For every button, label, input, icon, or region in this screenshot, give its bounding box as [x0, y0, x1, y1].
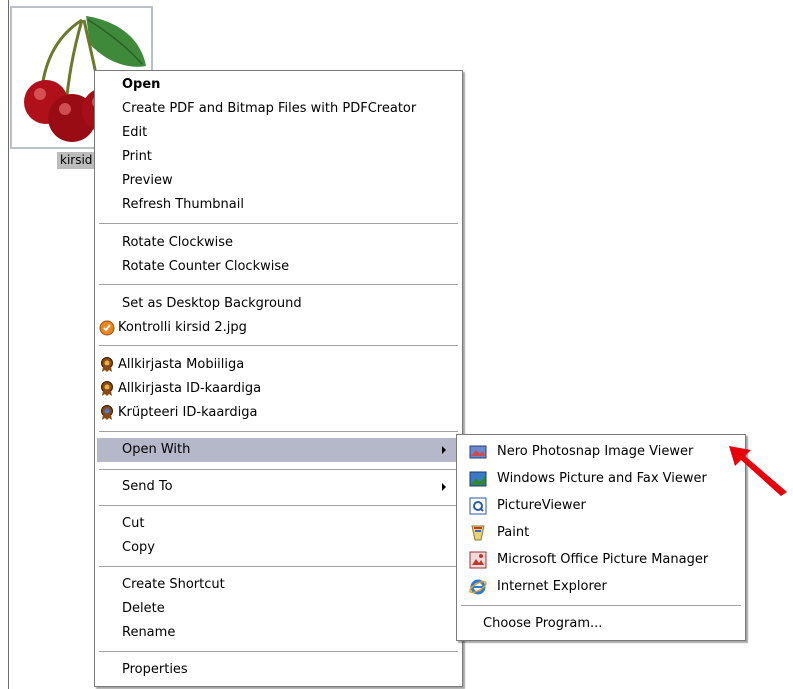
menu-item-allkirjasta-id-kaardiga[interactable]: Allkirjasta ID-kaardiga: [97, 377, 460, 401]
menu-item-label: Windows Picture and Fax Viewer: [497, 471, 707, 486]
menu-separator: [99, 505, 458, 507]
menu-item-properties[interactable]: Properties: [97, 658, 460, 682]
ribbon-badge-icon: [99, 357, 115, 373]
menu-item-label: Kontrolli kirsid 2.jpg: [118, 320, 247, 335]
menu-item-label: Paint: [497, 525, 530, 540]
ribbon-badge-icon: [99, 381, 115, 397]
ribbon-badge-blue-icon: [99, 405, 115, 421]
menu-item-open[interactable]: Open: [97, 73, 460, 97]
menu-item-print[interactable]: Print: [97, 145, 460, 169]
open-with-windows-picture-fax-viewer[interactable]: Windows Picture and Fax Viewer: [459, 466, 743, 492]
menu-item-copy[interactable]: Copy: [97, 536, 460, 560]
menu-item-rotate-clockwise[interactable]: Rotate Clockwise: [97, 231, 460, 255]
open-with-pictureviewer[interactable]: PictureViewer: [459, 493, 743, 519]
menu-item-allkirjasta-mobiiliga[interactable]: Allkirjasta Mobiiliga: [97, 353, 460, 377]
menu-item-create-pdf[interactable]: Create PDF and Bitmap Files with PDFCrea…: [97, 97, 460, 121]
menu-separator: [99, 469, 458, 471]
menu-item-kontrolli[interactable]: Kontrolli kirsid 2.jpg: [97, 316, 460, 340]
menu-item-open-with[interactable]: Open With: [97, 438, 460, 462]
menu-item-refresh-thumbnail[interactable]: Refresh Thumbnail: [97, 193, 460, 217]
menu-item-edit[interactable]: Edit: [97, 121, 460, 145]
menu-item-label: Open With: [122, 442, 191, 457]
pictureviewer-icon: [469, 497, 487, 515]
menu-item-label: Krüpteeri ID-kaardiga: [118, 405, 258, 420]
menu-separator: [99, 345, 458, 347]
window-edge-line: [8, 0, 9, 689]
menu-item-rename[interactable]: Rename: [97, 621, 460, 645]
open-with-submenu: Nero Photosnap Image Viewer Windows Pict…: [456, 434, 746, 641]
paint-icon: [469, 524, 487, 542]
menu-item-delete[interactable]: Delete: [97, 597, 460, 621]
open-with-choose-program[interactable]: Choose Program...: [459, 611, 743, 637]
nero-photosnap-icon: [469, 443, 487, 461]
submenu-arrow-icon: [442, 446, 446, 454]
menu-item-label: Nero Photosnap Image Viewer: [497, 444, 694, 459]
menu-separator: [461, 605, 741, 607]
open-with-paint[interactable]: Paint: [459, 520, 743, 546]
menu-item-label: Internet Explorer: [497, 579, 607, 594]
menu-item-label: Allkirjasta ID-kaardiga: [118, 381, 262, 396]
menu-item-create-shortcut[interactable]: Create Shortcut: [97, 573, 460, 597]
internet-explorer-icon: [469, 578, 487, 596]
menu-item-label: PictureViewer: [497, 498, 586, 513]
menu-separator: [99, 651, 458, 653]
picture-fax-viewer-icon: [469, 470, 487, 488]
menu-separator: [99, 431, 458, 433]
annotation-arrow-icon: [729, 446, 787, 496]
menu-item-cut[interactable]: Cut: [97, 512, 460, 536]
menu-separator: [99, 284, 458, 286]
open-with-internet-explorer[interactable]: Internet Explorer: [459, 574, 743, 600]
office-picture-manager-icon: [469, 551, 487, 569]
check-shield-icon: [99, 320, 115, 336]
menu-item-rotate-counter-clockwise[interactable]: Rotate Counter Clockwise: [97, 255, 460, 279]
open-with-nero-photosnap[interactable]: Nero Photosnap Image Viewer: [459, 439, 743, 465]
menu-item-label: Microsoft Office Picture Manager: [497, 552, 709, 567]
submenu-arrow-icon: [442, 483, 446, 491]
menu-item-preview[interactable]: Preview: [97, 169, 460, 193]
menu-item-set-desktop-background[interactable]: Set as Desktop Background: [97, 292, 460, 316]
menu-item-label: Send To: [122, 479, 173, 494]
open-with-office-picture-manager[interactable]: Microsoft Office Picture Manager: [459, 547, 743, 573]
menu-item-label: Allkirjasta Mobiiliga: [118, 357, 245, 372]
menu-separator: [99, 223, 458, 225]
context-menu: Open Create PDF and Bitmap Files with PD…: [94, 70, 463, 687]
file-name-label[interactable]: kirsid: [57, 152, 96, 169]
menu-separator: [99, 566, 458, 568]
menu-item-krupteeri-id-kaardiga[interactable]: Krüpteeri ID-kaardiga: [97, 401, 460, 425]
menu-item-send-to[interactable]: Send To: [97, 475, 460, 499]
